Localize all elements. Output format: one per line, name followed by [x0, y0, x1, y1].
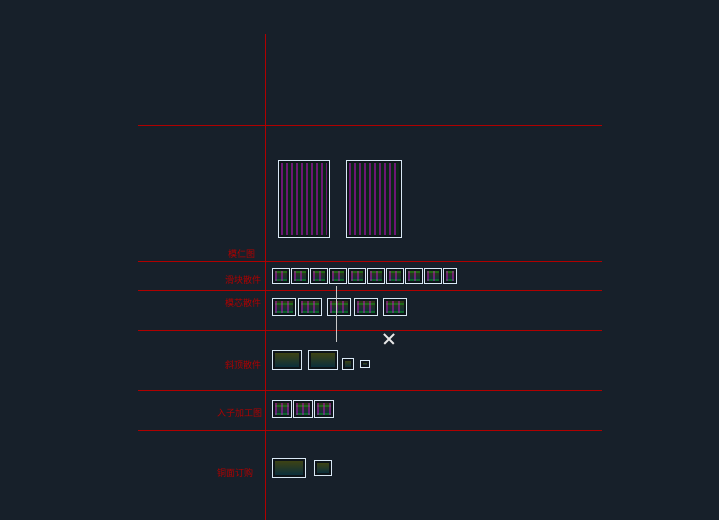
row-label-1: 模仁图 — [228, 247, 255, 260]
drawing-r3-4[interactable] — [354, 298, 378, 316]
drawing-r3-1[interactable] — [272, 298, 296, 316]
drawing-r5-1[interactable] — [272, 400, 292, 418]
drawing-r5-2[interactable] — [293, 400, 313, 418]
drawing-r4-3[interactable] — [342, 358, 354, 370]
drawing-r2-2[interactable] — [291, 268, 309, 284]
drawing-r1-1[interactable] — [278, 160, 330, 238]
drawing-r2-4[interactable] — [329, 268, 347, 284]
drawing-r2-8[interactable] — [405, 268, 423, 284]
drawing-r3-2[interactable] — [298, 298, 322, 316]
drawing-r2-1[interactable] — [272, 268, 290, 284]
drawing-r5-3[interactable] — [314, 400, 334, 418]
cursor-stem — [336, 286, 337, 342]
guide-h-top — [138, 125, 602, 126]
drawing-r2-3[interactable] — [310, 268, 328, 284]
drawing-r2-7[interactable] — [386, 268, 404, 284]
row-label-6: 铜面订购 — [217, 466, 253, 479]
drawing-r2-5[interactable] — [348, 268, 366, 284]
drawing-r6-2[interactable] — [314, 460, 332, 476]
drawing-r6-1[interactable] — [272, 458, 306, 478]
row-label-5: 入子加工图 — [217, 406, 262, 419]
guide-h-1 — [138, 261, 602, 262]
guide-vertical — [265, 34, 266, 520]
drawing-r2-9[interactable] — [424, 268, 442, 284]
drawing-r3-3[interactable] — [327, 298, 351, 316]
row-label-4: 斜顶散件 — [225, 358, 261, 371]
drawing-r1-2[interactable] — [346, 160, 402, 238]
guide-h-3 — [138, 330, 602, 331]
drawing-r4-4[interactable] — [360, 360, 370, 368]
row-label-3: 模芯散件 — [225, 296, 261, 309]
drawing-r4-1[interactable] — [272, 350, 302, 370]
guide-h-5 — [138, 430, 602, 431]
guide-h-4 — [138, 390, 602, 391]
drawing-r2-6[interactable] — [367, 268, 385, 284]
drawing-r4-2[interactable] — [308, 350, 338, 370]
row-label-2: 滑块散件 — [225, 273, 261, 286]
crosshair-cursor — [382, 338, 396, 352]
drawing-r2-10[interactable] — [443, 268, 457, 284]
cad-viewport[interactable]: 模仁图 滑块散件 模芯散件 斜顶散件 入子加工图 铜面订购 — [0, 0, 719, 520]
drawing-r3-5[interactable] — [383, 298, 407, 316]
guide-h-2 — [138, 290, 602, 291]
